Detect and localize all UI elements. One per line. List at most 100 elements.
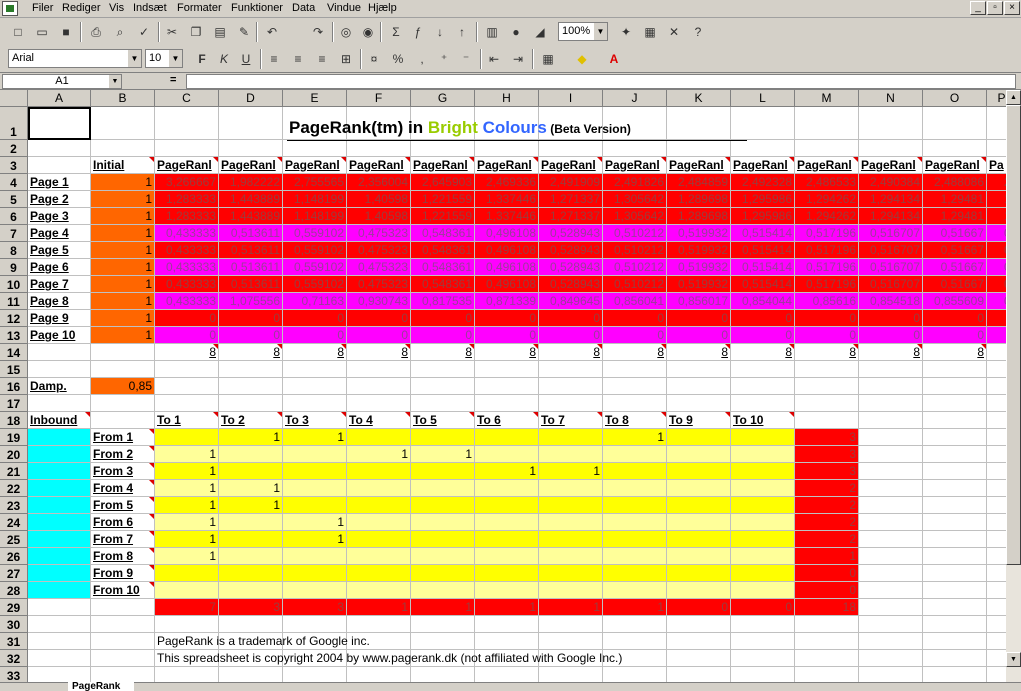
column-total[interactable]: 0 xyxy=(731,599,795,616)
link-matrix-cell[interactable] xyxy=(667,548,731,565)
from-label[interactable]: From 8 xyxy=(91,548,155,565)
pagerank-header[interactable]: PageRanl xyxy=(219,157,283,174)
grid-cell[interactable] xyxy=(987,480,1006,497)
damp-label[interactable]: Damp. xyxy=(28,378,91,395)
grid-cell[interactable] xyxy=(795,633,859,650)
pagerank-value[interactable] xyxy=(987,327,1006,344)
inbound-label[interactable]: Inbound xyxy=(28,412,91,429)
to-header[interactable]: To 9 xyxy=(667,412,731,429)
grid-cell[interactable] xyxy=(219,140,283,157)
to-header[interactable]: To 6 xyxy=(475,412,539,429)
pagerank-value[interactable]: 2,469336 xyxy=(475,174,539,191)
link-matrix-cell[interactable] xyxy=(219,548,283,565)
pagerank-value[interactable]: 0,496108 xyxy=(475,242,539,259)
pagerank-header[interactable]: PageRanl xyxy=(155,157,219,174)
row-header-11[interactable]: 11 xyxy=(0,293,28,310)
link-matrix-cell[interactable]: 1 xyxy=(219,429,283,446)
grid-cell[interactable] xyxy=(795,140,859,157)
column-header-e[interactable]: E xyxy=(283,90,347,107)
column-total[interactable]: 3 xyxy=(219,599,283,616)
grid-cell[interactable] xyxy=(923,514,987,531)
pagerank-value[interactable]: 2,356004 xyxy=(347,174,411,191)
pagerank-value[interactable]: 0, xyxy=(987,276,1006,293)
initial-value[interactable]: 1 xyxy=(91,174,155,191)
to-header[interactable]: To 5 xyxy=(411,412,475,429)
link-matrix-cell[interactable] xyxy=(347,480,411,497)
pagerank-value[interactable]: 0,433333 xyxy=(155,242,219,259)
column-header-h[interactable]: H xyxy=(475,90,539,107)
link-matrix-cell[interactable] xyxy=(475,582,539,599)
pagerank-value[interactable]: 1,221559 xyxy=(411,191,475,208)
column-total[interactable]: 1 xyxy=(603,599,667,616)
pagerank-value[interactable]: 1,148199 xyxy=(283,191,347,208)
link-matrix-cell[interactable] xyxy=(411,497,475,514)
link-matrix-cell[interactable] xyxy=(667,514,731,531)
percent-icon[interactable]: % xyxy=(388,50,408,68)
link-matrix-cell[interactable] xyxy=(667,480,731,497)
pagerank-value[interactable]: 0 xyxy=(411,327,475,344)
link-matrix-cell[interactable] xyxy=(411,565,475,582)
grid-cell[interactable] xyxy=(155,395,219,412)
pagerank-value[interactable]: 2,488086 xyxy=(923,174,987,191)
pagerank-value[interactable]: 1,305642 xyxy=(603,208,667,225)
inbound-cyan-cell[interactable] xyxy=(28,429,91,446)
grid-cell[interactable] xyxy=(923,140,987,157)
pagerank-value[interactable]: 0,433333 xyxy=(155,259,219,276)
pagerank-value[interactable]: 0,559102 xyxy=(283,225,347,242)
row-header-30[interactable]: 30 xyxy=(0,616,28,633)
menu-window[interactable]: Vindue xyxy=(327,2,361,14)
pagerank-value[interactable]: 0,510212 xyxy=(603,225,667,242)
grid-cell[interactable] xyxy=(731,667,795,682)
link-matrix-cell[interactable] xyxy=(731,582,795,599)
from-label[interactable]: From 6 xyxy=(91,514,155,531)
pagerank-value[interactable]: 0,516707 xyxy=(859,259,923,276)
pagerank-sum[interactable]: 8 xyxy=(603,344,667,361)
pagerank-value[interactable]: 1, xyxy=(987,191,1006,208)
pagerank-value[interactable]: 2,645903 xyxy=(411,174,475,191)
column-header-n[interactable]: N xyxy=(859,90,923,107)
grid-cell[interactable] xyxy=(859,429,923,446)
column-total[interactable]: 7 xyxy=(155,599,219,616)
grid-cell[interactable] xyxy=(539,378,603,395)
link-matrix-cell[interactable] xyxy=(347,429,411,446)
merge-center-icon[interactable]: ⊞ xyxy=(336,50,356,68)
inbound-cyan-cell[interactable] xyxy=(28,480,91,497)
chevron-down-icon[interactable]: ▼ xyxy=(109,75,121,88)
pagerank-value[interactable]: 0 xyxy=(923,327,987,344)
column-header-p[interactable]: P xyxy=(987,90,1006,107)
grid-cell[interactable] xyxy=(411,667,475,682)
grid-cell[interactable] xyxy=(987,378,1006,395)
grid-cell[interactable] xyxy=(859,667,923,682)
column-total[interactable]: 1 xyxy=(411,599,475,616)
menu-file[interactable]: Filer xyxy=(32,2,53,14)
pagerank-value[interactable]: 0,510212 xyxy=(603,276,667,293)
save-icon[interactable]: ■ xyxy=(56,23,76,41)
grid-cell[interactable] xyxy=(155,378,219,395)
grid-cell[interactable] xyxy=(28,667,91,682)
page-label[interactable]: Page 7 xyxy=(28,276,91,293)
grid-cell[interactable] xyxy=(859,582,923,599)
grid-cell[interactable] xyxy=(411,140,475,157)
column-header-j[interactable]: J xyxy=(603,90,667,107)
row-header-6[interactable]: 6 xyxy=(0,208,28,225)
grid-cell[interactable] xyxy=(923,480,987,497)
row-header-16[interactable]: 16 xyxy=(0,378,28,395)
pagerank-value[interactable]: 1,29481 xyxy=(923,191,987,208)
pagerank-value[interactable]: 0,548361 xyxy=(411,276,475,293)
grid-cell[interactable] xyxy=(539,361,603,378)
pagerank-value[interactable]: 0,855609 xyxy=(923,293,987,310)
pagerank-value[interactable]: 0 xyxy=(411,310,475,327)
grid-cell[interactable] xyxy=(859,633,923,650)
grid-cell[interactable] xyxy=(987,531,1006,548)
grid-cell[interactable] xyxy=(91,599,155,616)
chevron-down-icon[interactable]: ▼ xyxy=(168,50,182,67)
vertical-scrollbar[interactable]: ▲ ▼ xyxy=(1006,90,1021,682)
pagerank-value[interactable]: 2,491826 xyxy=(603,174,667,191)
grid-cell[interactable] xyxy=(923,616,987,633)
pagerank-value[interactable]: 0 xyxy=(219,310,283,327)
pagerank-value[interactable]: 0, xyxy=(987,259,1006,276)
column-total[interactable]: 1 xyxy=(347,599,411,616)
pagerank-header[interactable]: PageRanl xyxy=(475,157,539,174)
column-header-o[interactable]: O xyxy=(923,90,987,107)
grid-cell[interactable] xyxy=(539,667,603,682)
